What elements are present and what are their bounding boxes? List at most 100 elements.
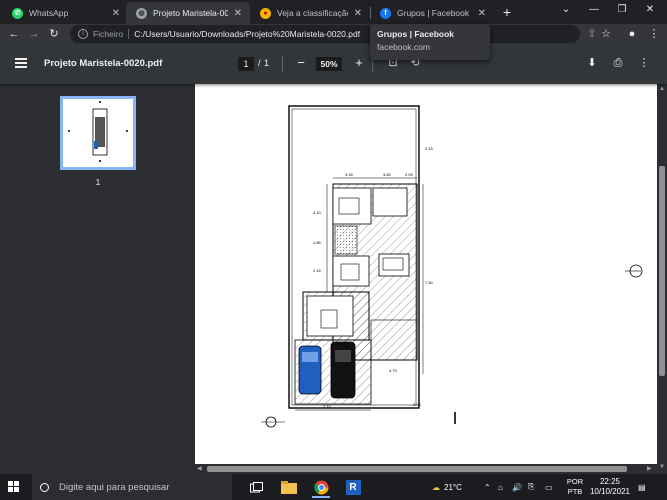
scroll-left-icon[interactable]: ◀ [197,465,202,472]
pdf-page: 3.28 3.82 2.05 4.10 1.85 2.16 7.10 4.73 … [195,84,657,464]
language-code: POR [566,477,584,486]
reload-icon[interactable]: ↻ [46,26,62,42]
dimension-label: 2.05 [405,172,414,177]
tab-projeto-pdf[interactable]: ◍ Projeto Maristela-0020.pdf ✕ [126,2,250,24]
notifications-icon[interactable]: ▤ [638,474,646,500]
info-icon[interactable]: i [78,29,88,39]
file-explorer-icon[interactable] [276,477,302,498]
download-icon[interactable]: ⬇ [585,56,599,70]
sidebar-menu-icon[interactable] [15,58,27,68]
tab-title: Projeto Maristela-0020.pdf [153,8,228,18]
chevron-down-icon[interactable]: ⌄ [552,0,580,22]
window-close-icon[interactable]: ✕ [636,0,664,22]
address-bar[interactable]: i Ficheiro C:/Users/Usuario/Downloads/Pr… [70,25,580,43]
minimize-icon[interactable]: — [580,0,608,22]
browser-toolbar: ← → ↻ i Ficheiro C:/Users/Usuario/Downlo… [0,24,667,44]
weather-cloud-icon: ☁ [432,482,440,492]
vertical-scrollbar[interactable]: ▲ ▼ [657,84,667,474]
dimension-label: 2.16 [313,268,322,273]
restore-icon[interactable]: ❐ [608,0,636,22]
close-icon[interactable]: ✕ [112,8,120,19]
dimension-label: 3.28 [345,172,354,177]
address-url[interactable]: C:/Users/Usuario/Downloads/Projeto%20Mar… [134,29,360,39]
new-tab-button[interactable]: + [498,3,516,21]
tab-classificacao[interactable]: ● Veja a classificação e t ✕ [250,2,370,24]
taskbar-search-box[interactable]: Digite aqui para pesquisar [32,474,232,500]
dimension-label: 4.73 [389,368,398,373]
scroll-up-icon[interactable]: ▲ [659,86,665,92]
clock-date: 10/10/2021 [589,487,631,496]
scroll-down-icon[interactable]: ▼ [659,464,665,470]
thumbnail-page-number: 1 [95,177,101,187]
profile-icon[interactable]: ● [624,26,640,42]
network-icon[interactable]: ⌂ [498,474,503,500]
floor-plan-drawing: 3.28 3.82 2.05 4.10 1.85 2.16 7.10 4.73 … [261,105,643,428]
zoom-in-button[interactable]: + [352,55,366,71]
page-separator: / [258,58,261,68]
page-number-input[interactable]: 1 [238,57,254,71]
zoom-level-input[interactable]: 50% [316,57,342,71]
more-menu-icon[interactable]: ⋮ [646,26,662,42]
horizontal-scroll-thumb[interactable] [207,466,627,472]
chrome-icon[interactable] [308,477,334,498]
revit-app-icon[interactable]: R [340,477,366,498]
dimension-label: 3.60 [413,402,422,407]
input-language[interactable]: POR PTB [565,477,585,497]
facebook-icon: f [380,7,391,19]
hover-card-domain: facebook.com [377,42,430,52]
hover-card-title: Grupos | Facebook [377,29,455,39]
vertical-scroll-thumb[interactable] [659,166,665,376]
sports-icon: ● [260,7,271,19]
tab-hover-card: Grupos | Facebook facebook.com [370,24,490,60]
clock-time: 22:25 [599,477,621,486]
windows-taskbar: Digite aqui para pesquisar R ☁ 21°C ⌃ ⌂ … [0,474,667,500]
toolbar-divider [282,56,283,72]
tab-strip: ✆ WhatsApp ✕ ◍ Projeto Maristela-0020.pd… [0,0,667,24]
tab-title: Veja a classificação e t [277,8,348,18]
scroll-right-icon[interactable]: ▶ [647,465,652,472]
address-scheme: Ficheiro [93,29,124,39]
dimension-label: 2.15 [425,146,434,151]
address-separator [128,29,130,39]
tray-chevron-icon[interactable]: ⌃ [484,474,491,500]
dimension-label: 3.82 [383,172,392,177]
back-arrow-icon[interactable]: ← [6,26,22,42]
whatsapp-icon: ✆ [12,7,23,19]
document-title: Projeto Maristela-0020.pdf [44,58,163,69]
link-icon[interactable]: ⎘ [528,474,534,500]
volume-icon[interactable]: 🔊 [512,474,522,500]
close-icon[interactable]: ✕ [354,8,362,19]
windows-start-icon[interactable] [8,481,20,493]
weather-widget[interactable]: ☁ 21°C [432,474,462,500]
dimension-label: 4.10 [313,210,322,215]
dimension-label: 1.85 [313,240,322,245]
bookmark-star-icon[interactable]: ☆ [598,26,614,42]
keyboard-layout: PTB [567,487,583,496]
tab-facebook[interactable]: f Grupos | Facebook ✕ [370,2,494,24]
forward-arrow-icon[interactable]: → [26,26,42,42]
dimension-label: 7.50 [425,280,434,285]
system-clock[interactable]: 22:25 10/10/2021 [588,477,632,497]
weather-temperature: 21°C [444,482,462,492]
pdf-toolbar: Projeto Maristela-0020.pdf 1 / 1 − 50% +… [0,44,667,84]
page-total: 1 [264,58,270,68]
globe-icon: ◍ [136,7,147,19]
battery-icon[interactable]: ▭ [545,474,553,500]
taskbar-search-placeholder: Digite aqui para pesquisar [59,481,170,493]
document-viewport[interactable]: 3.28 3.82 2.05 4.10 1.85 2.16 7.10 4.73 … [195,84,657,464]
dimension-label: 7.10 [323,404,332,409]
more-actions-icon[interactable]: ⋮ [637,56,651,70]
page-thumbnail[interactable] [60,96,136,170]
tab-title: WhatsApp [29,8,69,18]
thumbnail-plan-graphic [68,101,128,162]
tab-title: Grupos | Facebook [397,8,470,18]
search-icon [40,482,49,492]
task-view-icon[interactable] [244,477,270,498]
thumbnail-sidebar: 1 [0,84,195,474]
zoom-out-button[interactable]: − [294,55,308,71]
print-icon[interactable]: ⎙ [611,56,625,70]
close-icon[interactable]: ✕ [234,8,242,19]
close-icon[interactable]: ✕ [478,8,486,19]
horizontal-scrollbar[interactable]: ◀ ▶ [195,464,657,474]
tab-whatsapp[interactable]: ✆ WhatsApp ✕ [2,2,128,24]
